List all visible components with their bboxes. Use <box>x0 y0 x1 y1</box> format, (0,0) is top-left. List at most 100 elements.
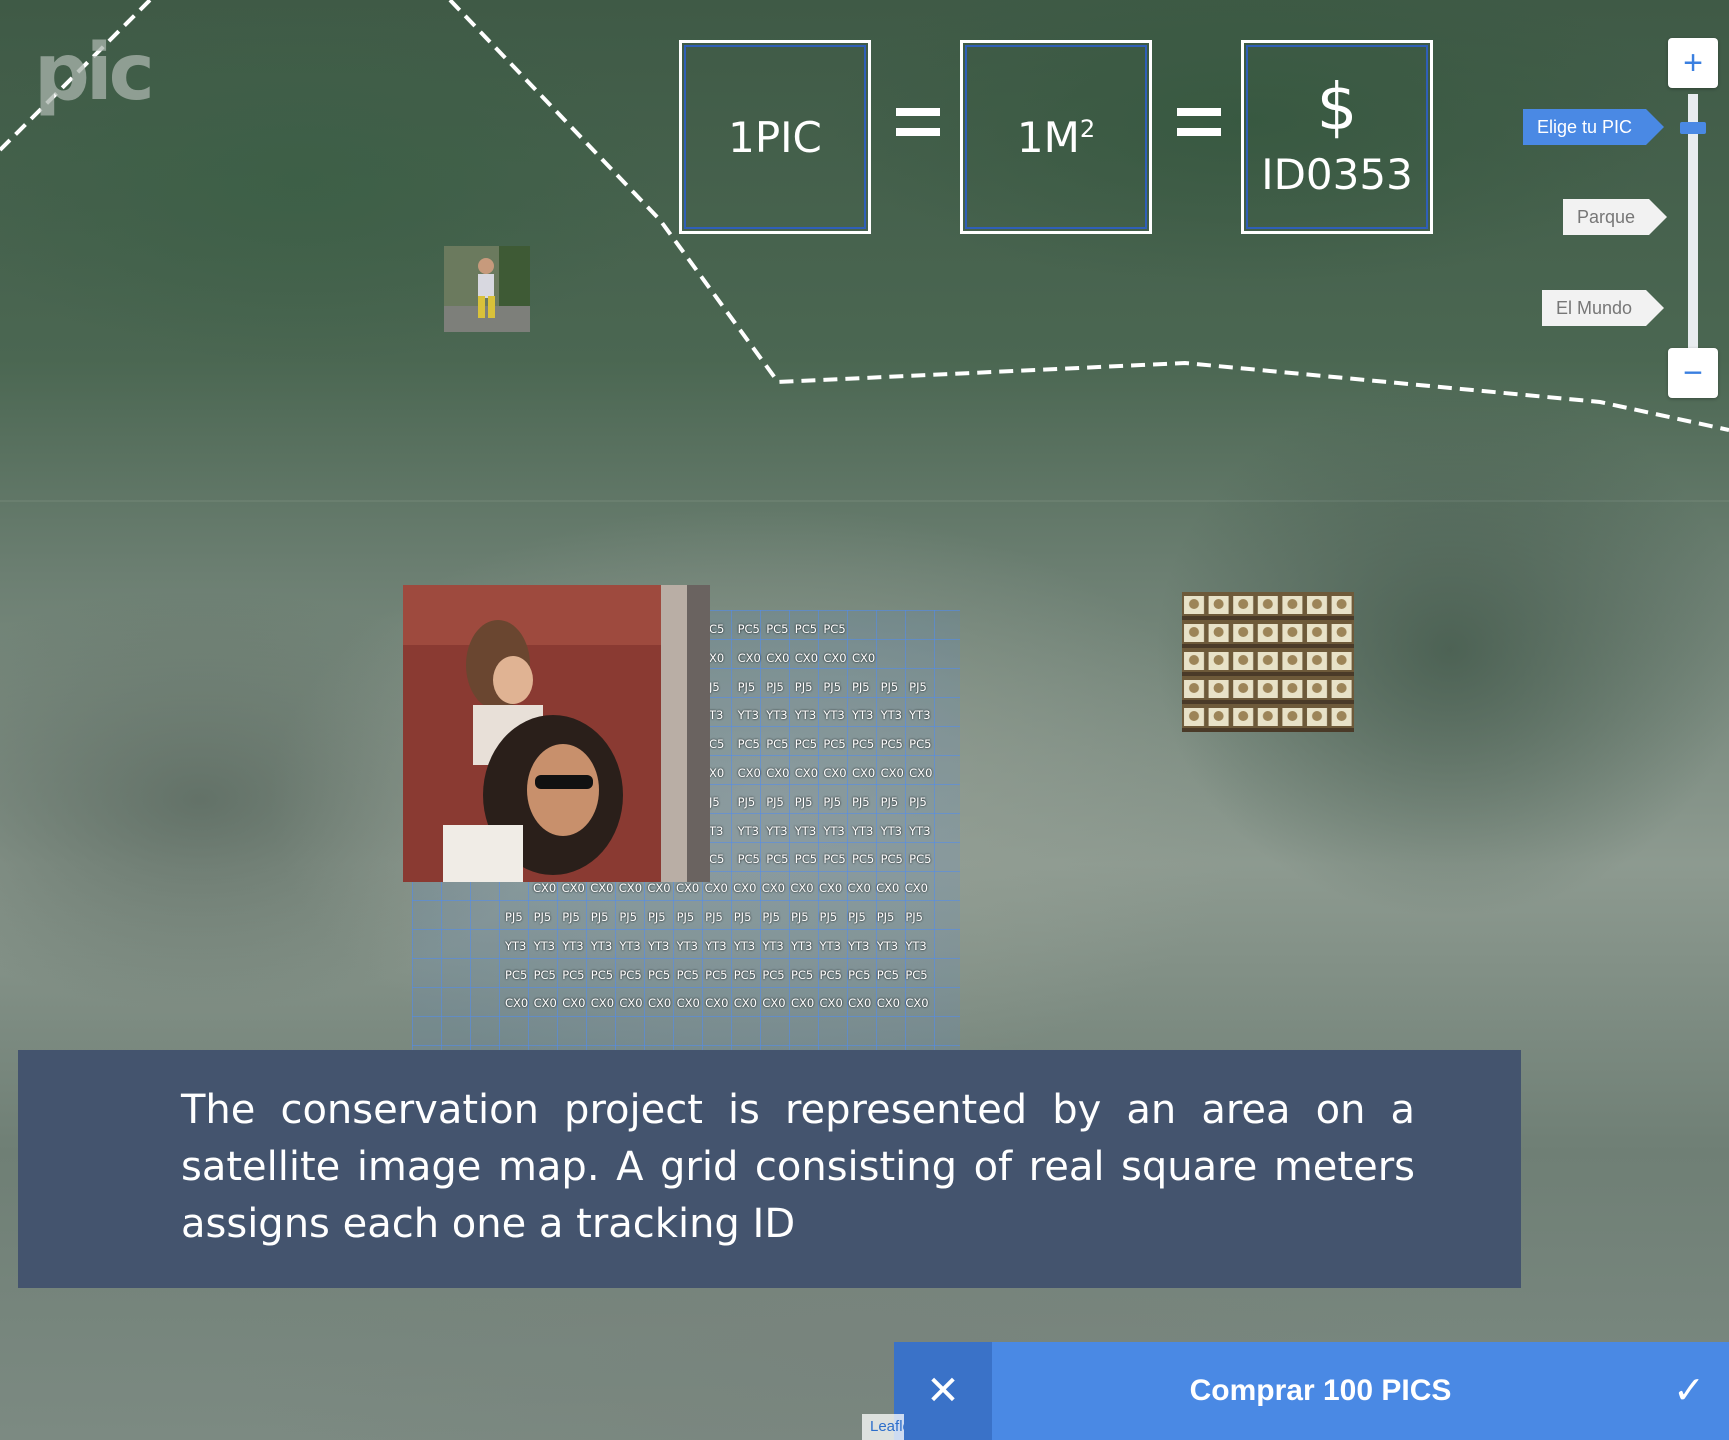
zoom-in-button[interactable]: + <box>1668 38 1718 88</box>
grid-cell-id[interactable]: PJ5 <box>619 910 648 924</box>
grid-cell-id[interactable]: PC5 <box>881 852 910 866</box>
grid-cell-id[interactable]: YT3 <box>852 824 881 838</box>
grid-cell-id[interactable]: PJ5 <box>795 680 824 694</box>
grid-cell-id[interactable]: J5 <box>709 795 738 809</box>
grid-cell-id[interactable]: YT3 <box>881 708 910 722</box>
grid-cell-id[interactable]: YT3 <box>877 939 906 953</box>
grid-cell-id[interactable]: PC5 <box>619 968 648 982</box>
grid-cell-id[interactable]: CX0 <box>909 766 938 780</box>
grid-cell-id[interactable]: T3 <box>709 708 738 722</box>
zoom-out-button[interactable]: − <box>1668 348 1718 398</box>
grid-cell-id[interactable]: CX0 <box>705 881 734 895</box>
grid-cell-id[interactable]: PC5 <box>823 622 852 636</box>
grid-cell-id[interactable]: PJ5 <box>881 680 910 694</box>
grid-cell-id[interactable]: CX0 <box>848 996 877 1010</box>
grid-cell-id[interactable]: CX0 <box>823 651 852 665</box>
grid-cell-id[interactable]: YT3 <box>909 708 938 722</box>
grid-cell-id[interactable]: CX0 <box>877 996 906 1010</box>
grid-cell-id[interactable]: PC5 <box>766 622 795 636</box>
grid-cell-id[interactable]: CX0 <box>533 881 562 895</box>
grid-cell-id[interactable]: PC5 <box>738 852 767 866</box>
grid-cell-id[interactable]: PJ5 <box>905 910 934 924</box>
grid-cell-id[interactable]: CX0 <box>619 881 648 895</box>
grid-cell-id[interactable]: CX0 <box>795 766 824 780</box>
grid-cell-id[interactable]: PJ5 <box>738 795 767 809</box>
grid-cell-id[interactable]: CX0 <box>648 996 677 1010</box>
grid-cell-id[interactable]: PJ5 <box>909 680 938 694</box>
grid-cell-id[interactable]: PC5 <box>791 968 820 982</box>
photo-marker-mother-daughter[interactable] <box>403 585 710 882</box>
grid-cell-id[interactable]: PC5 <box>877 968 906 982</box>
map-attribution-link[interactable]: Leaflet <box>862 1414 904 1440</box>
buy-button[interactable]: Comprar 100 PICS <box>992 1342 1649 1440</box>
grid-cell-id[interactable]: PC5 <box>648 968 677 982</box>
grid-cell-id[interactable]: YT3 <box>766 824 795 838</box>
grid-cell-id[interactable]: CX0 <box>820 996 849 1010</box>
grid-cell-id[interactable]: PJ5 <box>648 910 677 924</box>
grid-cell-id[interactable]: PJ5 <box>909 795 938 809</box>
grid-cell-id[interactable]: PJ5 <box>848 910 877 924</box>
grid-cell-id[interactable]: CX0 <box>534 996 563 1010</box>
grid-cell-id[interactable]: CX0 <box>676 881 705 895</box>
grid-cell-id[interactable]: CX0 <box>738 651 767 665</box>
grid-cell-id[interactable]: PJ5 <box>791 910 820 924</box>
grid-cell-id[interactable]: C5 <box>709 737 738 751</box>
grid-cell-id[interactable]: PC5 <box>795 737 824 751</box>
grid-cell-id[interactable]: T3 <box>709 824 738 838</box>
grid-cell-id[interactable]: CX0 <box>905 881 934 895</box>
grid-cell-id[interactable]: PC5 <box>562 968 591 982</box>
grid-cell-id[interactable]: PC5 <box>534 968 563 982</box>
grid-cell-id[interactable]: PC5 <box>591 968 620 982</box>
grid-cell-id[interactable]: PC5 <box>734 968 763 982</box>
zoom-level-el-mundo[interactable]: El Mundo <box>1542 290 1665 326</box>
grid-cell-id[interactable]: PJ5 <box>677 910 706 924</box>
confirm-button[interactable]: ✓ <box>1673 1342 1705 1440</box>
grid-cell-id[interactable]: PC5 <box>909 737 938 751</box>
grid-cell-id[interactable]: X0 <box>709 651 738 665</box>
grid-cell-id[interactable]: PC5 <box>820 968 849 982</box>
grid-cell-id[interactable]: CX0 <box>766 651 795 665</box>
grid-cell-id[interactable]: PJ5 <box>823 680 852 694</box>
grid-cell-id[interactable]: PC5 <box>823 852 852 866</box>
grid-cell-id[interactable]: PC5 <box>905 968 934 982</box>
grid-cell-id[interactable]: PC5 <box>705 968 734 982</box>
grid-cell-id[interactable]: PC5 <box>677 968 706 982</box>
grid-cell-id[interactable]: PC5 <box>738 737 767 751</box>
grid-cell-id[interactable]: CX0 <box>505 996 534 1010</box>
grid-cell-id[interactable]: CX0 <box>590 881 619 895</box>
grid-cell-id[interactable]: PC5 <box>848 968 877 982</box>
grid-cell-id[interactable]: PJ5 <box>852 680 881 694</box>
cancel-button[interactable]: ✕ <box>894 1342 992 1440</box>
grid-cell-id[interactable]: CX0 <box>795 651 824 665</box>
grid-cell-id[interactable]: PC5 <box>795 622 824 636</box>
grid-cell-id[interactable]: PC5 <box>795 852 824 866</box>
grid-cell-id[interactable]: YT3 <box>881 824 910 838</box>
grid-cell-id[interactable]: CX0 <box>647 881 676 895</box>
grid-cell-id[interactable]: YT3 <box>848 939 877 953</box>
grid-cell-id[interactable]: PJ5 <box>877 910 906 924</box>
grid-cell-id[interactable]: PJ5 <box>766 680 795 694</box>
grid-cell-id[interactable]: PJ5 <box>562 910 591 924</box>
grid-cell-id[interactable]: PC5 <box>738 622 767 636</box>
grid-cell-id[interactable]: YT3 <box>795 708 824 722</box>
grid-cell-id[interactable]: PJ5 <box>766 795 795 809</box>
grid-cell-id[interactable]: C5 <box>709 852 738 866</box>
grid-cell-id[interactable]: CX0 <box>734 996 763 1010</box>
grid-cell-id[interactable]: YT3 <box>791 939 820 953</box>
grid-cell-id[interactable]: CX0 <box>848 881 877 895</box>
grid-cell-id[interactable]: PC5 <box>762 968 791 982</box>
grid-cell-id[interactable]: PJ5 <box>738 680 767 694</box>
grid-cell-id[interactable]: YT3 <box>648 939 677 953</box>
grid-cell-id[interactable]: CX0 <box>791 996 820 1010</box>
grid-cell-id[interactable]: CX0 <box>562 881 591 895</box>
grid-cell-id[interactable]: YT3 <box>505 939 534 953</box>
grid-cell-id[interactable]: YT3 <box>820 939 849 953</box>
grid-cell-id[interactable]: CX0 <box>738 766 767 780</box>
grid-cell-id[interactable]: PJ5 <box>534 910 563 924</box>
grid-cell-id[interactable]: PJ5 <box>820 910 849 924</box>
grid-cell-id[interactable]: CX0 <box>876 881 905 895</box>
grid-cell-id[interactable]: CX0 <box>733 881 762 895</box>
grid-cell-id[interactable]: YT3 <box>823 708 852 722</box>
grid-cell-id[interactable]: X0 <box>709 766 738 780</box>
grid-cell-id[interactable]: PJ5 <box>852 795 881 809</box>
